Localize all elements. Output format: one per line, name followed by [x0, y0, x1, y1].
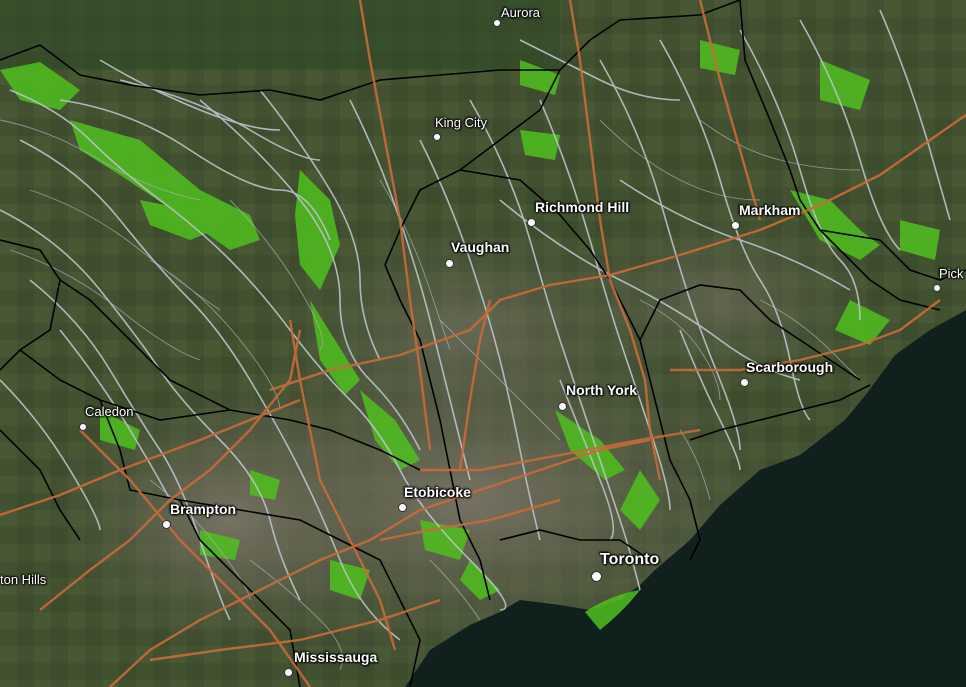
place-label: ton Hills — [0, 572, 47, 587]
place-label: Etobicoke — [404, 484, 471, 500]
place-marker — [933, 284, 941, 292]
place-label: Pick — [939, 266, 964, 281]
satellite-map[interactable]: Aurora King City Richmond Hill Markham V… — [0, 0, 966, 687]
place-label: Brampton — [170, 501, 237, 517]
northern-forest — [0, 0, 560, 70]
place-marker — [79, 423, 87, 431]
place-marker — [731, 221, 740, 230]
place-label: Toronto — [600, 551, 660, 568]
place-label: Caledon — [85, 404, 134, 419]
place-marker — [433, 133, 441, 141]
place-label: Markham — [739, 202, 801, 218]
place-label: King City — [435, 115, 488, 130]
place-label: Aurora — [501, 5, 541, 20]
place-marker — [740, 378, 749, 387]
place-label: Richmond Hill — [535, 199, 630, 215]
place-label: Mississauga — [294, 649, 378, 665]
place-marker — [527, 218, 536, 227]
place-marker — [284, 668, 293, 677]
place-marker — [398, 503, 407, 512]
place-label: North York — [566, 382, 638, 398]
place-label: Scarborough — [746, 359, 834, 375]
place-marker — [162, 520, 171, 529]
place-marker — [445, 259, 454, 268]
place-marker — [493, 19, 501, 27]
place-label: Vaughan — [451, 239, 510, 255]
place-marker — [591, 571, 602, 582]
place-marker — [558, 402, 567, 411]
map-canvas — [0, 0, 966, 687]
